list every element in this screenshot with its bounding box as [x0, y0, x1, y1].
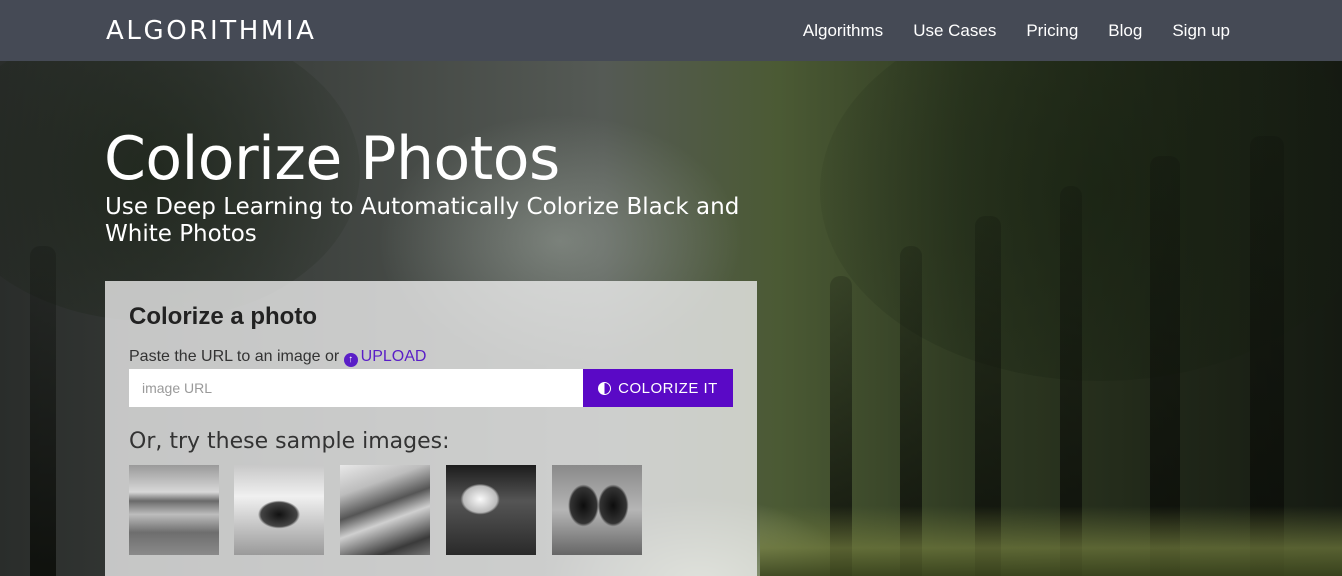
samples-heading: Or, try these sample images: — [129, 429, 450, 454]
algorithmia-logo[interactable]: ALGORITHMIA — [106, 14, 317, 48]
nav-link-blog[interactable]: Blog — [1108, 21, 1142, 41]
upload-arrow-icon: ↑ — [343, 353, 358, 367]
colorize-button-label: COLORIZE IT — [618, 379, 718, 397]
sample-image-race-car[interactable] — [234, 465, 324, 555]
sample-image-mountain[interactable] — [340, 465, 430, 555]
nav-link-algorithms[interactable]: Algorithms — [803, 21, 883, 41]
colorize-panel: Colorize a photo Paste the URL to an ima… — [105, 281, 757, 576]
tree-trunk — [30, 246, 56, 576]
upload-link[interactable]: ↑ UPLOAD — [343, 348, 427, 367]
sample-image-woman[interactable] — [446, 465, 536, 555]
navbar: ALGORITHMIA Algorithms Use Cases Pricing… — [0, 0, 1342, 61]
nav-links: Algorithms Use Cases Pricing Blog Sign u… — [773, 0, 1230, 61]
nav-link-use-cases[interactable]: Use Cases — [913, 21, 996, 41]
instructions-text: Paste the URL to an image or — [129, 348, 340, 365]
nav-link-pricing[interactable]: Pricing — [1026, 21, 1078, 41]
page-subtitle: Use Deep Learning to Automatically Color… — [105, 194, 740, 247]
sample-image-bird[interactable] — [129, 465, 219, 555]
panel-title: Colorize a photo — [129, 303, 317, 330]
colorize-it-button[interactable]: COLORIZE IT — [583, 369, 733, 407]
grass — [760, 506, 1342, 576]
image-url-input[interactable] — [129, 369, 583, 407]
nav-link-sign-up[interactable]: Sign up — [1172, 21, 1230, 41]
upload-label: UPLOAD — [360, 348, 427, 365]
sample-image-cows[interactable] — [552, 465, 642, 555]
contrast-icon — [598, 381, 612, 395]
page-title: Colorize Photos — [104, 124, 560, 194]
upload-instructions: Paste the URL to an image or ↑ UPLOAD — [129, 348, 426, 367]
